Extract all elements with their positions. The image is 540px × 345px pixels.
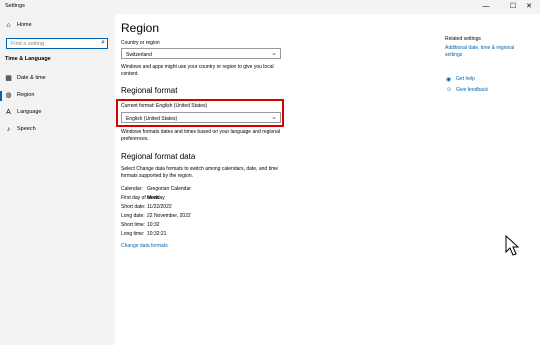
country-value: Switzerland [126, 51, 152, 58]
microphone-icon: ♪ [6, 126, 11, 133]
country-description: Windows and apps might use your country … [121, 64, 274, 77]
format-key: Short time: [121, 222, 146, 228]
format-value: 11/22/2022 [147, 204, 172, 210]
get-help-link[interactable]: ◉ Get help [446, 75, 526, 85]
format-key: Short date: [121, 204, 146, 210]
sidebar-item-label: Region [17, 92, 35, 98]
sidebar-item-label: Language [17, 109, 42, 115]
home-label: Home [17, 22, 32, 28]
highlight-box [116, 99, 284, 127]
format-data-description: Select Change data formats to switch amo… [121, 166, 279, 179]
feedback-icon: ☺ [446, 87, 453, 93]
sidebar-item-language[interactable]: A Language [0, 105, 115, 121]
country-dropdown[interactable]: Switzerland ⌄ [121, 48, 281, 59]
calendar-clock-icon: ▦ [5, 75, 12, 82]
globe-icon: ◍ [5, 92, 12, 99]
sidebar-item-label: Speech [17, 126, 36, 132]
format-description: Windows formats dates and times based on… [121, 129, 280, 142]
home-icon: ⌂ [6, 22, 11, 29]
change-data-formats-link[interactable]: Change data formats [121, 243, 168, 250]
sidebar-item-date-time[interactable]: ▦ Date & time [0, 71, 115, 87]
sidebar-item-region[interactable]: ◍ Region [0, 88, 115, 104]
format-value: 10:32:21 [147, 231, 167, 237]
sidebar: ⌂ Home Find a setting ⌕ Time & Language … [0, 14, 115, 345]
page-title: Region [121, 21, 160, 35]
format-value: Gregorian Calendar [147, 186, 191, 192]
give-feedback-label: Give feedback [456, 87, 488, 93]
main-content: Region Country or region Switzerland ⌄ W… [115, 14, 540, 345]
regional-format-heading: Regional format [121, 86, 178, 95]
mouse-cursor-icon [505, 235, 520, 256]
format-key: Long date: [121, 213, 145, 219]
search-placeholder: Find a setting [11, 41, 45, 47]
sidebar-item-speech[interactable]: ♪ Speech [0, 122, 115, 138]
close-button[interactable]: ✕ [520, 0, 538, 14]
window-title: Settings [5, 3, 25, 9]
minimize-button[interactable]: — [477, 0, 495, 14]
sidebar-item-home[interactable]: ⌂ Home [0, 18, 115, 34]
chevron-down-icon: ⌄ [271, 50, 277, 57]
format-key: Calendar: [121, 186, 143, 192]
give-feedback-link[interactable]: ☺ Give feedback [446, 86, 526, 96]
language-icon: A [6, 109, 11, 116]
get-help-label: Get help [456, 76, 475, 82]
section-heading: Time & Language [5, 56, 51, 62]
format-data-heading: Regional format data [121, 152, 196, 161]
help-icon: ◉ [446, 77, 452, 83]
format-value: Monday [147, 195, 165, 201]
title-bar: Settings — ☐ ✕ [0, 0, 540, 14]
format-value: 10:32 [147, 222, 160, 228]
search-icon: ⌕ [101, 39, 105, 46]
additional-settings-link[interactable]: Additional date, time & regional setting… [445, 45, 527, 59]
sidebar-item-label: Date & time [17, 75, 46, 81]
format-value: 22 November, 2022 [147, 213, 191, 219]
country-label: Country or region [121, 40, 160, 46]
related-settings-title: Related settings [445, 36, 481, 42]
search-input[interactable]: Find a setting ⌕ [6, 38, 108, 49]
format-key: Long time: [121, 231, 145, 237]
